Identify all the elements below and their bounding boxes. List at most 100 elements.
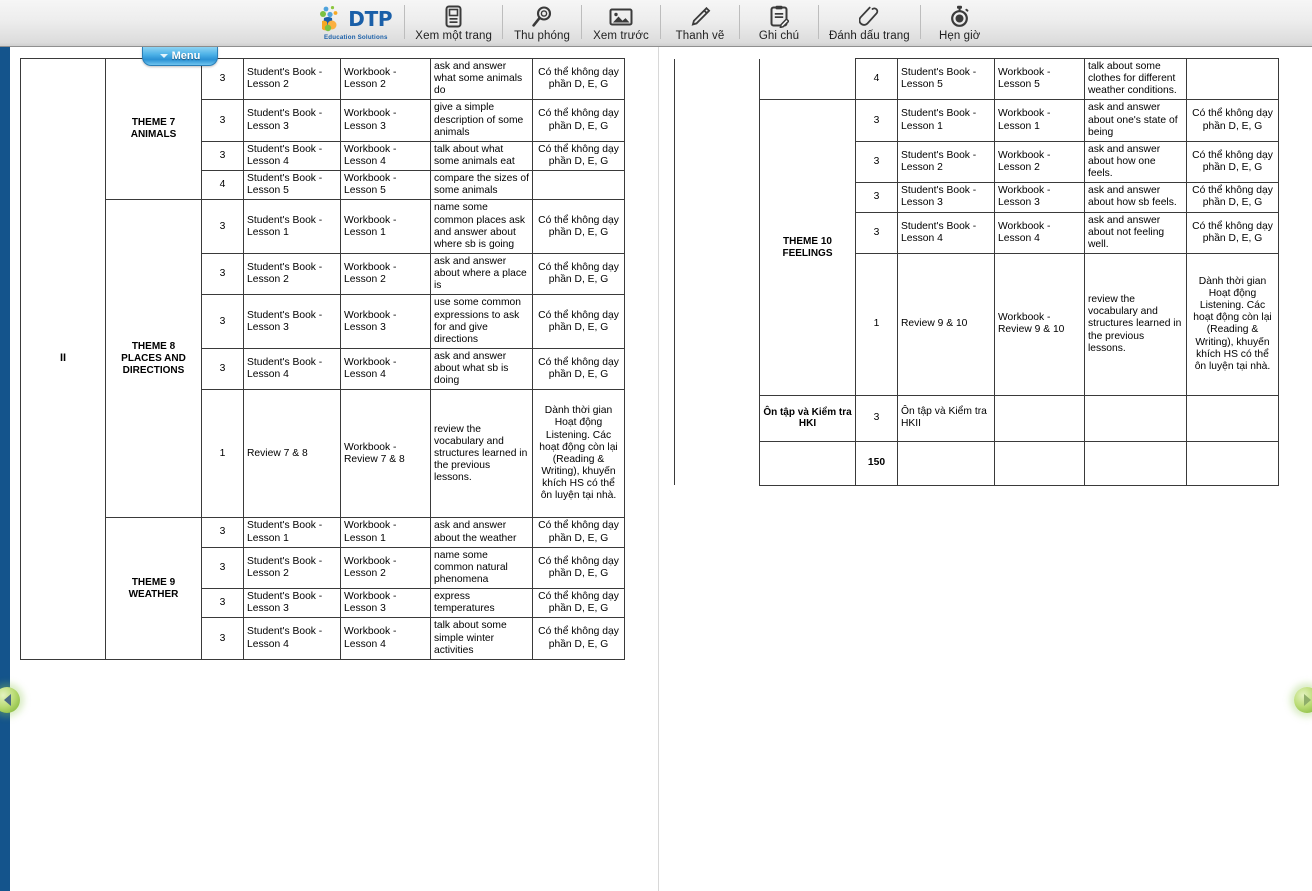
student-book-cell: Student's Book - Lesson 4 [897,211,995,254]
periods-cell: 3 [201,517,244,548]
toolbar-button-single-page[interactable]: Xem một trang [405,0,502,46]
total-blank-cell [1084,440,1187,486]
menu-tab-button[interactable]: Menu [142,47,218,66]
workbook-cell: Workbook - Lesson 5 [340,170,431,201]
student-book-cell: Student's Book - Lesson 5 [897,57,995,101]
toolbar-label-note: Ghi chú [758,29,800,42]
workbook-cell: Workbook - Lesson 4 [340,140,431,172]
student-book-cell: Student's Book - Lesson 2 [243,252,341,296]
student-book-cell: Student's Book - Lesson 4 [243,617,341,660]
table-row: II THEME 7 ANIMALS 3 Student's Book - Le… [20,57,625,660]
student-book-cell: Student's Book - Lesson 5 [243,170,341,201]
dtp-logo-tagline: Education Solutions [323,34,388,41]
note-cell: Có thể không dạy phần D, E, G [532,617,625,660]
workbook-cell: Workbook - Lesson 4 [340,617,431,660]
toolbar-button-draw[interactable]: Thanh vẽ [661,0,739,46]
workbook-cell: Workbook - Lesson 5 [994,57,1085,101]
note-cell: Có thể không dạy phần D, E, G [532,140,625,172]
toolbar-button-bookmark[interactable]: Đánh dấu trang [819,0,920,46]
objective-cell: talk about what some animals eat [430,140,533,172]
objective-cell: express temperatures [430,588,533,619]
total-blank-cell [897,440,995,486]
table-row: 4 Student's Book - Lesson 5 Workbook - L… [674,57,1279,486]
objective-cell [1084,394,1187,442]
student-book-cell: Student's Book - Lesson 3 [243,99,341,142]
toolbar-button-zoom[interactable]: Thu phóng [503,0,581,46]
periods-cell: 4 [855,57,898,101]
student-book-cell: Student's Book - Lesson 1 [243,199,341,254]
periods-cell: 3 [201,294,244,349]
total-row: 150 [675,440,1279,486]
note-cell [1186,394,1279,442]
workbook-cell: Workbook - Lesson 3 [340,294,431,349]
student-book-cell: Student's Book - Lesson 4 [243,140,341,172]
dtp-logo: DTP Education Solutions [313,0,404,46]
theme-label-7: THEME 7 ANIMALS [105,57,202,201]
objective-cell: name some common natural phenomena [430,546,533,590]
workbook-cell: Workbook - Lesson 3 [340,588,431,619]
toolbar-label-preview: Xem trước [593,29,649,42]
toolbar-label-single-page: Xem một trang [415,29,493,42]
periods-cell: 3 [201,140,244,172]
student-book-cell: Student's Book - Lesson 2 [243,546,341,590]
previous-page-button[interactable] [0,687,20,713]
next-page-button[interactable] [1294,687,1312,713]
note-cell: Có thể không dạy phần D, E, G [1186,211,1279,254]
periods-cell: 3 [855,394,898,442]
toolbar-label-timer: Hẹn giờ [938,29,981,42]
note-cell: Có thể không dạy phần D, E, G [1186,182,1279,213]
left-edge-rail [0,47,10,891]
toolbar-button-preview[interactable]: Xem trước [582,0,660,46]
note-cell: Có thể không dạy phần D, E, G [532,252,625,296]
objective-cell: ask and answer about how one feels. [1084,140,1187,184]
objective-cell: talk about some simple winter activities [430,617,533,660]
objective-cell: compare the sizes of some animals [430,170,533,201]
toolbar-label-bookmark: Đánh dấu trang [829,29,910,42]
workbook-cell: Workbook - Lesson 1 [994,99,1085,142]
theme-label-8: THEME 8 PLACES AND DIRECTIONS [105,199,202,519]
objective-cell: ask and answer about what sb is doing [430,347,533,391]
note-cell: Có thể không dạy phần D, E, G [1186,99,1279,142]
note-cell: Có thể không dạy phần D, E, G [532,517,625,548]
left-page-table-wrapper: II THEME 7 ANIMALS 3 Student's Book - Le… [20,57,625,660]
objective-cell: ask and answer about where a place is [430,252,533,296]
table-row: THEME 9 WEATHER 3 Student's Book - Lesso… [21,517,625,660]
curriculum-table-left: II THEME 7 ANIMALS 3 Student's Book - Le… [20,57,625,660]
note-cell: Có thể không dạy phần D, E, G [532,294,625,349]
clipboard-note-icon [769,5,790,29]
total-periods-cell: 150 [855,440,898,486]
theme-label-10: THEME 10 FEELINGS [759,99,856,396]
theme-label-9: THEME 9 WEATHER [105,517,202,660]
table-row: THEME 10 FEELINGS 3 Student's Book - Les… [675,99,1279,396]
objective-cell: review the vocabulary and structures lea… [1084,252,1187,396]
review-exam-label: Ôn tập và Kiểm tra HKI [759,394,856,442]
objective-cell: name some common places ask and answer a… [430,199,533,254]
arrow-right-icon [1303,694,1311,706]
workbook-cell [994,394,1085,442]
table-row: THEME 8 PLACES AND DIRECTIONS 3 Student'… [21,199,625,519]
toolbar-button-note[interactable]: Ghi chú [740,0,818,46]
student-book-cell: Ôn tập và Kiểm tra HKII [897,394,995,442]
student-book-cell: Student's Book - Lesson 2 [897,140,995,184]
objective-cell: ask and answer about how sb feels. [1084,182,1187,213]
student-book-cell: Student's Book - Lesson 3 [243,588,341,619]
note-cell: Dành thời gian Hoạt động Listening. Các … [1186,252,1279,396]
periods-cell: 1 [201,389,244,519]
toolbar-label-zoom: Thu phóng [514,29,570,42]
toolbar-button-timer[interactable]: Hẹn giờ [921,0,999,46]
objective-cell: ask and answer about one's state of bein… [1084,99,1187,142]
periods-cell: 4 [201,170,244,201]
arrow-left-icon [3,694,11,706]
periods-cell: 3 [201,546,244,590]
total-blank-cell [759,440,856,486]
app-toolbar: DTP Education Solutions Xem một trang Th… [0,0,1312,47]
student-book-cell: Student's Book - Lesson 4 [243,347,341,391]
periods-cell: 1 [855,252,898,396]
periods-cell: 3 [201,99,244,142]
workbook-cell: Workbook - Lesson 2 [340,57,431,101]
note-cell: Dành thời gian Hoạt động Listening. Các … [532,389,625,519]
workbook-cell: Workbook - Review 9 & 10 [994,252,1085,396]
objective-cell: ask and answer about the weather [430,517,533,548]
objective-cell: talk about some clothes for different we… [1084,57,1187,101]
periods-cell: 3 [855,182,898,213]
